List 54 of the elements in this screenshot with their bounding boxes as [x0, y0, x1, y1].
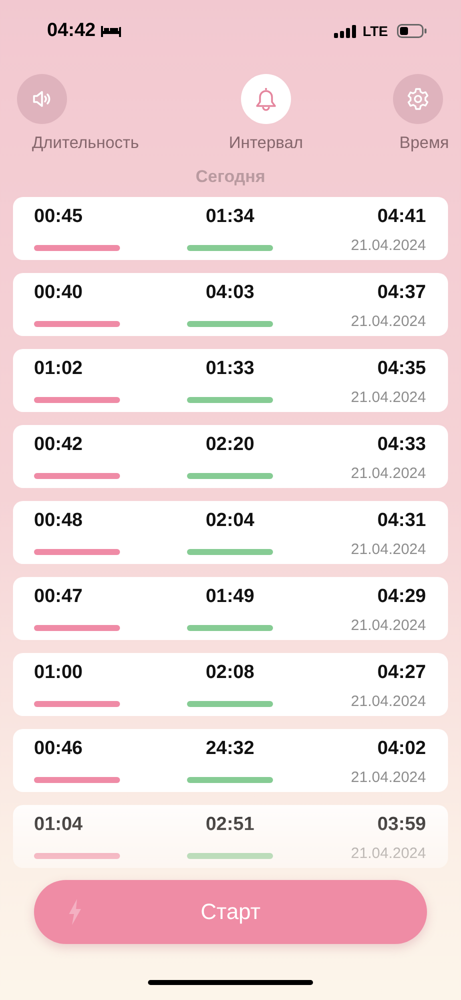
entry-card[interactable]: 01:00 02:08 04:27 21.04.2024: [13, 653, 448, 716]
interval-value: 02:04: [206, 509, 254, 533]
lightning-icon: [68, 899, 82, 925]
interval-value: 04:03: [206, 281, 254, 305]
entry-date: 21.04.2024: [350, 465, 426, 482]
duration-value: 01:04: [34, 813, 83, 837]
entry-date: 21.04.2024: [350, 389, 426, 406]
entry-card[interactable]: 00:40 04:03 04:37 21.04.2024: [13, 273, 448, 336]
duration-value: 00:45: [34, 205, 83, 229]
status-time: 04:42: [47, 20, 96, 42]
duration-value: 00:48: [34, 509, 83, 533]
duration-value: 00:46: [34, 737, 83, 761]
entry-date: 21.04.2024: [350, 693, 426, 710]
interval-value: 01:49: [206, 585, 254, 609]
interval-value: 01:33: [206, 357, 254, 381]
entry-card[interactable]: 00:48 02:04 04:31 21.04.2024: [13, 501, 448, 564]
bell-icon: [254, 86, 278, 112]
duration-value: 00:42: [34, 433, 83, 457]
entry-date: 21.04.2024: [350, 541, 426, 558]
entry-card[interactable]: 00:42 02:20 04:33 21.04.2024: [13, 425, 448, 488]
settings-icon: [406, 87, 430, 111]
entry-date: 21.04.2024: [350, 237, 426, 254]
duration-value: 00:40: [34, 281, 83, 305]
entry-card[interactable]: 01:02 01:33 04:35 21.04.2024: [13, 349, 448, 412]
time-value: 04:27: [377, 661, 426, 685]
interval-value: 02:51: [206, 813, 254, 837]
duration-value: 01:02: [34, 357, 83, 381]
duration-value: 01:00: [34, 661, 83, 685]
duration-value: 00:47: [34, 585, 83, 609]
entry-card[interactable]: 00:47 01:49 04:29 21.04.2024: [13, 577, 448, 640]
battery-icon: [397, 24, 427, 38]
entry-date: 21.04.2024: [350, 313, 426, 330]
interval-value: 01:34: [206, 205, 254, 229]
interval-value: 02:20: [206, 433, 254, 457]
time-value: 04:29: [377, 585, 426, 609]
entry-card[interactable]: 00:46 24:32 04:02 21.04.2024: [13, 729, 448, 792]
time-value: 04:35: [377, 357, 426, 381]
interval-value: 24:32: [206, 737, 254, 761]
time-value: 03:59: [377, 813, 426, 837]
time-value: 04:37: [377, 281, 426, 305]
entry-date: 21.04.2024: [350, 769, 426, 786]
time-value: 04:41: [377, 205, 426, 229]
time-value: 04:31: [377, 509, 426, 533]
entry-date: 21.04.2024: [350, 845, 426, 862]
entry-card[interactable]: 01:04 02:51 03:59 21.04.2024: [13, 805, 448, 868]
network-label: LTE: [362, 23, 388, 39]
section-title: Сегодня: [194, 167, 266, 187]
time-value: 04:33: [377, 433, 426, 457]
bed-icon: [100, 25, 121, 37]
signal-icon: [334, 24, 358, 38]
entry-date: 21.04.2024: [350, 617, 426, 634]
interval-value: 02:08: [206, 661, 254, 685]
time-value: 04:02: [377, 737, 426, 761]
entry-card[interactable]: 00:45 01:34 04:41 21.04.2024: [13, 197, 448, 260]
